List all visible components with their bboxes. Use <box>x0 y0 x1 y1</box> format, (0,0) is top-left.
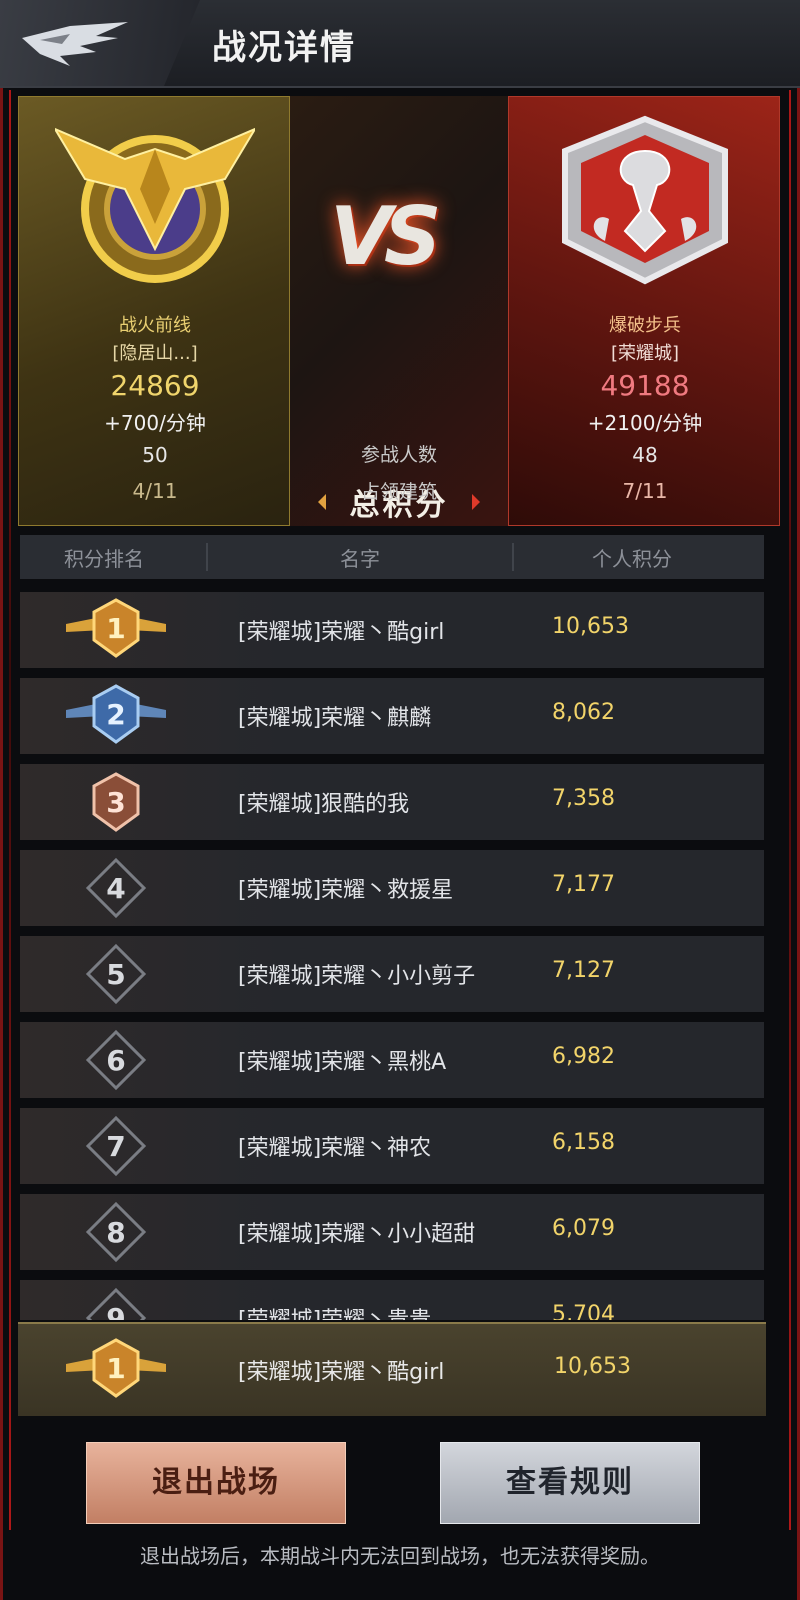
rank-1-gold-badge-icon: 1 <box>66 598 166 658</box>
table-row[interactable]: 6 [荣耀城]荣耀丶黑桃A 6,982 <box>20 1022 764 1098</box>
table-row[interactable]: 2 [荣耀城]荣耀丶麒麟 8,062 <box>20 678 764 754</box>
left-team-score: 24869 <box>110 369 200 402</box>
exit-notice: 退出战场后，本期战斗内无法回到战场，也无法获得奖励。 <box>140 1544 660 1568</box>
my-name: [荣耀城]荣耀丶酷girl <box>238 1360 445 1385</box>
col-name: 名字 <box>340 547 380 571</box>
table-row[interactable]: 5 [荣耀城]荣耀丶小小剪子 7,127 <box>20 936 764 1012</box>
view-rules-button[interactable]: 查看规则 <box>440 1442 700 1524</box>
player-points: 10,653 <box>552 614 629 639</box>
svg-text:4: 4 <box>106 872 125 905</box>
vs-text: VS <box>330 190 441 283</box>
svg-text:9: 9 <box>106 1302 125 1320</box>
player-name: [荣耀城]荣耀丶救援星 <box>238 878 454 903</box>
table-row[interactable]: 3 [荣耀城]狠酷的我 7,358 <box>20 764 764 840</box>
left-team-name: 战火前线 <box>119 315 191 336</box>
player-name: [荣耀城]荣耀丶贵贵 <box>238 1302 431 1320</box>
table-row[interactable]: 8 [荣耀城]荣耀丶小小超甜 6,079 <box>20 1194 764 1270</box>
rank-4-diamond-icon: 4 <box>85 857 147 919</box>
players-label: 参战人数 <box>360 444 437 466</box>
player-points: 6,982 <box>552 1044 615 1069</box>
svg-text:8: 8 <box>106 1216 125 1249</box>
table-row[interactable]: 7 [荣耀城]荣耀丶神农 6,158 <box>20 1108 764 1184</box>
svg-text:3: 3 <box>106 786 125 819</box>
right-team-tag: [荣耀城] <box>610 343 680 364</box>
golden-eagle-emblem-icon <box>55 127 255 283</box>
left-team-buildings: 4/11 <box>132 479 178 503</box>
player-name: [荣耀城]荣耀丶小小剪子 <box>238 964 476 989</box>
player-points: 7,127 <box>552 958 615 983</box>
scorpion-emblem-icon <box>562 115 728 285</box>
versus-panel: 总积分 参战人数 占领建筑 <box>290 96 508 526</box>
player-name: [荣耀城]荣耀丶神农 <box>238 1136 432 1161</box>
right-team-panel[interactable]: 爆破步兵 [荣耀城] 49188 +2100/分钟 48 7/11 <box>508 96 780 526</box>
table-row[interactable]: 9 [荣耀城]荣耀丶贵贵 5,704 <box>20 1280 764 1320</box>
player-points: 7,358 <box>552 786 615 811</box>
svg-text:2: 2 <box>106 698 125 731</box>
left-team-panel[interactable]: 战火前线 [隐居山...] 24869 +700/分钟 50 4/11 <box>18 96 290 526</box>
svg-text:1: 1 <box>106 1352 125 1385</box>
table-row[interactable]: 1 [荣耀城]荣耀丶酷girl 10,653 <box>20 592 764 668</box>
right-team-buildings: 7/11 <box>622 479 668 503</box>
svg-text:6: 6 <box>106 1044 125 1077</box>
col-rank: 积分排名 <box>64 547 144 571</box>
page-title: 战况详情 <box>212 28 356 68</box>
svg-text:5: 5 <box>106 958 125 991</box>
rank-1-gold-badge-icon: 1 <box>66 1338 166 1398</box>
right-team-score: 49188 <box>600 369 690 402</box>
player-name: [荣耀城]荣耀丶麒麟 <box>238 706 432 731</box>
rank-9-diamond-icon: 9 <box>85 1287 147 1320</box>
exit-battlefield-button[interactable]: 退出战场 <box>86 1442 346 1524</box>
col-points: 个人积分 <box>592 547 672 571</box>
table-row[interactable]: 4 [荣耀城]荣耀丶救援星 7,177 <box>20 850 764 926</box>
my-points: 10,653 <box>554 1354 631 1379</box>
header-bar: 战况详情 <box>0 0 800 88</box>
player-points: 8,062 <box>552 700 615 725</box>
rank-6-diamond-icon: 6 <box>85 1029 147 1091</box>
rank-7-diamond-icon: 7 <box>85 1115 147 1177</box>
right-team-rate: +2100/分钟 <box>587 411 703 435</box>
header-divider <box>206 543 208 571</box>
player-points: 6,158 <box>552 1130 615 1155</box>
rank-3-bronze-badge-icon: 3 <box>92 772 140 832</box>
player-points: 6,079 <box>552 1216 615 1241</box>
rank-2-silver-badge-icon: 2 <box>66 684 166 744</box>
right-team-name: 爆破步兵 <box>609 315 681 336</box>
player-points: 7,177 <box>552 872 615 897</box>
right-team-players: 48 <box>632 443 658 467</box>
svg-text:1: 1 <box>106 612 125 645</box>
player-name: [荣耀城]荣耀丶小小超甜 <box>238 1222 476 1247</box>
my-ranking-row[interactable]: 1 [荣耀城]荣耀丶酷girl 10,653 <box>18 1322 766 1416</box>
player-name: [荣耀城]荣耀丶酷girl <box>238 620 445 645</box>
player-name: [荣耀城]荣耀丶黑桃A <box>238 1050 447 1075</box>
rank-5-diamond-icon: 5 <box>85 943 147 1005</box>
header-divider <box>512 543 514 571</box>
table-header: 积分排名 名字 个人积分 <box>20 535 764 579</box>
left-team-players: 50 <box>142 443 168 467</box>
eagle-icon <box>22 22 128 66</box>
svg-text:7: 7 <box>106 1130 125 1163</box>
player-name: [荣耀城]狠酷的我 <box>238 792 410 817</box>
left-team-rate: +700/分钟 <box>104 411 206 435</box>
buildings-label: 占领建筑 <box>360 481 437 503</box>
ranking-list[interactable]: 1 [荣耀城]荣耀丶酷girl 10,653 2 [荣耀城]荣耀丶麒麟 8,06… <box>20 592 764 1320</box>
rank-8-diamond-icon: 8 <box>85 1201 147 1263</box>
left-team-tag: [隐居山...] <box>112 343 198 364</box>
eagle-logo <box>0 0 200 86</box>
player-points: 5,704 <box>552 1302 615 1320</box>
